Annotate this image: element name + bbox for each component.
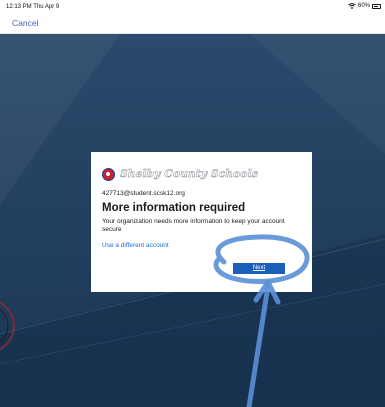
use-different-account-link[interactable]: Use a different account xyxy=(102,242,169,249)
brand-header: Shelby County Schools xyxy=(102,166,301,182)
wifi-icon xyxy=(348,3,356,9)
status-bar: 12:13 PM Thu Apr 9 60% xyxy=(0,0,385,14)
dialog-title: More information required xyxy=(102,202,246,214)
school-logo-icon xyxy=(102,167,115,181)
battery-icon xyxy=(372,3,381,9)
sign-in-dialog: Shelby County Schools 427713@student.scs… xyxy=(91,152,312,292)
cancel-button[interactable]: Cancel xyxy=(12,18,38,28)
nav-bar: Cancel xyxy=(0,14,385,34)
next-button[interactable]: Next xyxy=(233,263,285,274)
battery-percent: 60% xyxy=(357,3,370,9)
account-email: 427713@student.scsk12.org xyxy=(102,190,185,197)
status-indicators: 60% xyxy=(348,3,381,9)
brand-name: Shelby County Schools xyxy=(120,168,258,181)
dialog-message: Your organization needs more information… xyxy=(102,218,285,233)
status-time: 12:13 PM Thu Apr 9 xyxy=(6,4,60,10)
